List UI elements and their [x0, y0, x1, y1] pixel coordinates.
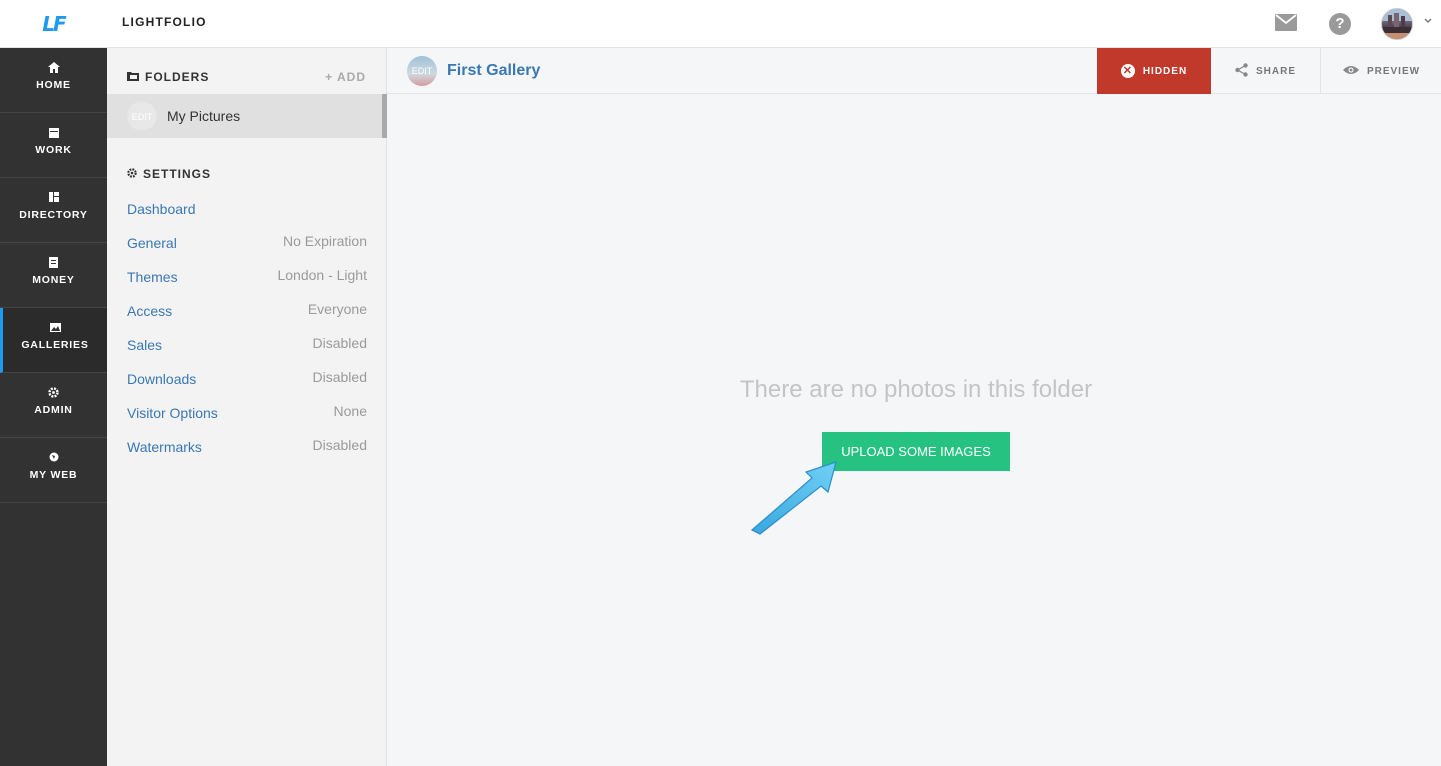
calendar-icon: [48, 127, 60, 138]
share-label: SHARE: [1255, 65, 1296, 77]
globe-icon: [48, 452, 60, 463]
nav-label: ADMIN: [34, 403, 73, 416]
galleries-icon: [49, 322, 61, 333]
setting-value: Everyone: [307, 301, 367, 317]
share-icon: [1235, 62, 1248, 80]
preview-label: PREVIEW: [1366, 65, 1421, 77]
top-bar: LF LIGHTFOLIO ?: [0, 0, 1441, 48]
nav-item-money[interactable]: MONEY: [0, 243, 107, 308]
nav-item-home[interactable]: HOME: [0, 48, 107, 113]
gallery-title[interactable]: First Gallery: [447, 62, 540, 80]
setting-value: None: [333, 403, 367, 419]
settings-heading-label: SETTINGS: [143, 167, 212, 181]
directory-icon: [48, 192, 60, 203]
folder-icon: [127, 70, 139, 84]
close-circle-icon: ✕: [1120, 64, 1135, 78]
setting-value: Disabled: [312, 335, 367, 351]
setting-label[interactable]: Visitor Options: [127, 405, 218, 421]
setting-label[interactable]: Downloads: [127, 371, 196, 387]
settings-heading: SETTINGS: [127, 167, 211, 181]
setting-value: London - Light: [277, 267, 367, 283]
setting-sales[interactable]: Sales Disabled: [107, 334, 387, 368]
app-logo[interactable]: LF: [42, 12, 66, 36]
nav-label: DIRECTORY: [19, 208, 88, 221]
hidden-toggle-button[interactable]: ✕ HIDDEN: [1097, 48, 1211, 94]
logo-area[interactable]: LF: [0, 0, 107, 48]
nav-label: HOME: [36, 78, 71, 91]
mail-icon[interactable]: [1275, 14, 1297, 32]
setting-value: Disabled: [312, 369, 367, 385]
home-icon: [47, 61, 60, 73]
gallery-thumbnail[interactable]: EDIT: [407, 56, 437, 86]
setting-label[interactable]: Sales: [127, 337, 162, 353]
settings-list: Dashboard General No Expiration Themes L…: [107, 198, 387, 470]
setting-label[interactable]: Themes: [127, 269, 178, 285]
eye-icon: [1342, 65, 1359, 78]
gear-icon: [48, 386, 60, 398]
folders-heading: FOLDERS: [127, 70, 209, 84]
empty-folder-message: There are no photos in this folder: [739, 376, 1093, 403]
setting-dashboard[interactable]: Dashboard: [107, 198, 387, 232]
nav-item-directory[interactable]: DIRECTORY: [0, 178, 107, 243]
preview-button[interactable]: PREVIEW: [1322, 48, 1441, 94]
app-name: LIGHTFOLIO: [122, 15, 207, 29]
setting-visitor-options[interactable]: Visitor Options None: [107, 402, 387, 436]
hidden-label: HIDDEN: [1142, 65, 1188, 77]
upload-images-button[interactable]: UPLOAD SOME IMAGES: [822, 432, 1010, 471]
nav-label: WORK: [35, 143, 72, 156]
gallery-header: EDIT First Gallery ✕ HIDDEN SHARE PREVIE…: [387, 48, 1441, 94]
share-button[interactable]: SHARE: [1211, 48, 1321, 94]
setting-downloads[interactable]: Downloads Disabled: [107, 368, 387, 402]
nav-label: MONEY: [32, 273, 75, 286]
nav-label: MY WEB: [29, 468, 78, 481]
nav-item-galleries[interactable]: GALLERIES: [0, 308, 107, 373]
money-icon: [48, 256, 60, 268]
left-nav: HOME WORK DIRECTORY MONEY GALLERIES ADMI…: [0, 48, 107, 766]
folders-heading-label: FOLDERS: [145, 70, 210, 84]
setting-label[interactable]: General: [127, 235, 177, 251]
nav-item-admin[interactable]: ADMIN: [0, 373, 107, 438]
setting-label[interactable]: Watermarks: [127, 439, 202, 455]
nav-item-work[interactable]: WORK: [0, 113, 107, 178]
setting-general[interactable]: General No Expiration: [107, 232, 387, 266]
folder-item-my-pictures[interactable]: EDIT My Pictures: [107, 94, 387, 138]
setting-access[interactable]: Access Everyone: [107, 300, 387, 334]
setting-label[interactable]: Dashboard: [127, 201, 196, 217]
avatar[interactable]: [1381, 8, 1413, 40]
setting-themes[interactable]: Themes London - Light: [107, 266, 387, 300]
folder-thumbnail[interactable]: EDIT: [127, 101, 157, 131]
gear-icon: [127, 167, 137, 181]
add-folder-button[interactable]: + ADD: [325, 70, 366, 84]
chevron-down-icon[interactable]: [1423, 16, 1433, 26]
nav-item-my-web[interactable]: MY WEB: [0, 438, 107, 503]
setting-value: Disabled: [312, 437, 367, 453]
setting-label[interactable]: Access: [127, 303, 172, 319]
help-icon[interactable]: ?: [1329, 13, 1351, 35]
setting-value: No Expiration: [282, 233, 367, 249]
pointer-arrow-icon: [750, 461, 837, 535]
nav-label: GALLERIES: [21, 338, 89, 351]
folders-panel: FOLDERS + ADD EDIT My Pictures SETTINGS …: [107, 48, 387, 766]
setting-watermarks[interactable]: Watermarks Disabled: [107, 436, 387, 470]
folder-name[interactable]: My Pictures: [167, 108, 240, 124]
